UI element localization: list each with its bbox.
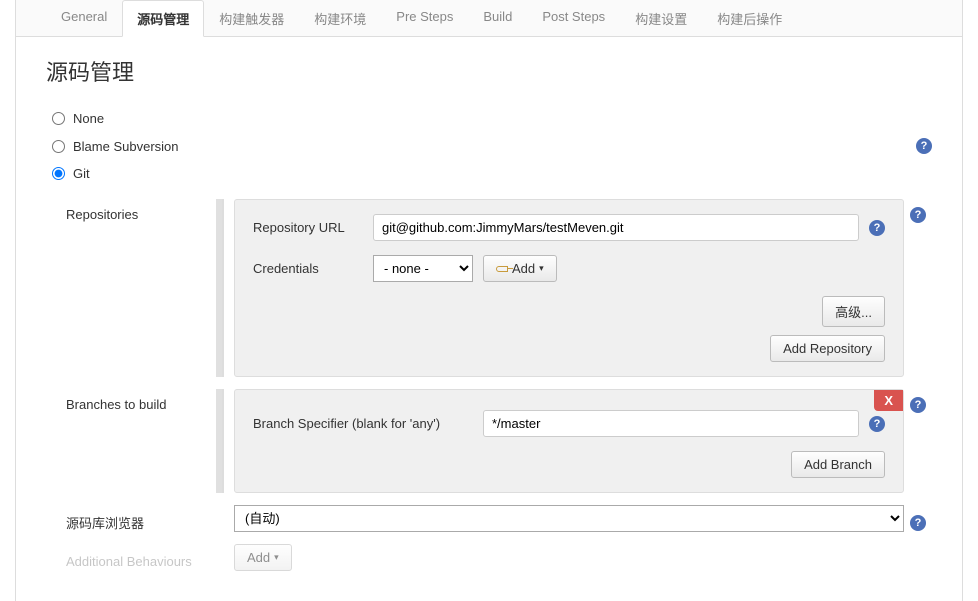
tab-scm[interactable]: 源码管理 (122, 0, 204, 37)
additional-behaviours-label: Additional Behaviours (66, 546, 216, 569)
credentials-add-label: Add (512, 261, 535, 276)
advanced-button[interactable]: 高级... (822, 296, 885, 327)
repo-browser-label: 源码库浏览器 (66, 505, 216, 532)
help-icon-branches[interactable]: ? (910, 397, 926, 413)
tab-post-build[interactable]: 构建后操作 (702, 0, 797, 37)
tab-build[interactable]: Build (468, 0, 527, 37)
radio-none[interactable] (52, 112, 65, 125)
config-tabs: General 源码管理 构建触发器 构建环境 Pre Steps Build … (16, 0, 962, 37)
radio-blame-svn[interactable] (52, 140, 65, 153)
help-icon-repositories[interactable]: ? (910, 207, 926, 223)
additional-add-label: Add (247, 550, 270, 565)
tab-triggers[interactable]: 构建触发器 (204, 0, 299, 37)
help-icon-branch-specifier[interactable]: ? (869, 416, 885, 432)
help-icon-blame-svn[interactable]: ? (916, 138, 932, 154)
repo-url-label: Repository URL (253, 220, 363, 235)
radio-blame-svn-label: Blame Subversion (73, 139, 179, 154)
drag-handle[interactable] (216, 389, 224, 493)
drag-handle[interactable] (216, 199, 224, 377)
help-icon-repo-browser[interactable]: ? (910, 515, 926, 531)
radio-git-label: Git (73, 166, 90, 181)
repo-browser-select[interactable]: (自动) (234, 505, 904, 532)
tab-general[interactable]: General (46, 0, 122, 37)
branches-label: Branches to build (66, 389, 216, 493)
repositories-body: Repository URL ? Credentials - none - Ad… (234, 199, 904, 377)
repositories-label: Repositories (66, 199, 216, 377)
add-repository-button[interactable]: Add Repository (770, 335, 885, 362)
tab-pre-steps[interactable]: Pre Steps (381, 0, 468, 37)
help-icon-repo-url[interactable]: ? (869, 220, 885, 236)
tab-post-steps[interactable]: Post Steps (527, 0, 620, 37)
dropdown-caret-icon: ▾ (539, 263, 544, 274)
branch-specifier-input[interactable] (483, 410, 859, 437)
credentials-add-button[interactable]: Add ▾ (483, 255, 557, 282)
dropdown-caret-icon: ▾ (274, 552, 279, 563)
branch-specifier-label: Branch Specifier (blank for 'any') (253, 416, 473, 431)
delete-branch-button[interactable]: X (874, 390, 903, 411)
section-title: 源码管理 (46, 55, 932, 87)
repo-url-input[interactable] (373, 214, 859, 241)
tab-build-settings[interactable]: 构建设置 (620, 0, 702, 37)
radio-none-label: None (73, 111, 104, 126)
additional-add-button[interactable]: Add ▾ (234, 544, 292, 571)
tab-env[interactable]: 构建环境 (299, 0, 381, 37)
credentials-label: Credentials (253, 261, 363, 276)
add-branch-button[interactable]: Add Branch (791, 451, 885, 478)
radio-git[interactable] (52, 167, 65, 180)
key-icon (496, 266, 508, 272)
branches-body: X Branch Specifier (blank for 'any') ? A… (234, 389, 904, 493)
credentials-select[interactable]: - none - (373, 255, 473, 282)
